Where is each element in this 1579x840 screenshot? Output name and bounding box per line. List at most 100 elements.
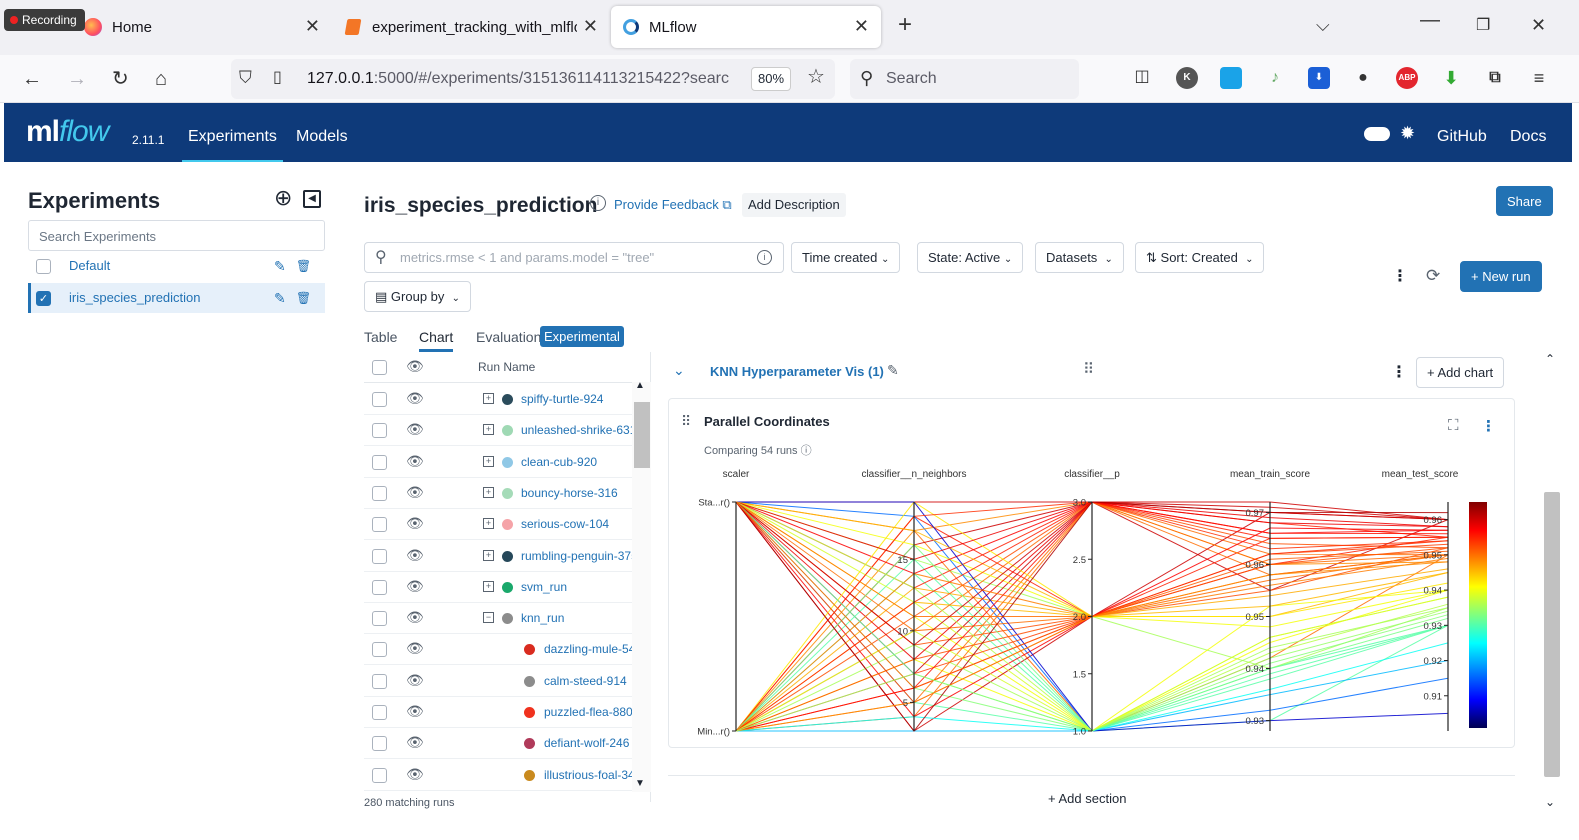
- run-name-link[interactable]: clean-cub-920: [521, 455, 632, 469]
- run-filter-input[interactable]: ⚲ metrics.rmse < 1 and params.model = "t…: [364, 242, 784, 273]
- scroll-up-icon[interactable]: ⌃: [1545, 352, 1555, 366]
- run-name-link[interactable]: calm-steed-914: [544, 674, 632, 688]
- experiment-item-iris[interactable]: ✓ iris_species_prediction ✎ 🗑: [28, 283, 325, 313]
- visibility-eye-icon[interactable]: 👁: [406, 390, 424, 407]
- run-checkbox[interactable]: [372, 454, 387, 470]
- expand-icon[interactable]: +: [483, 393, 494, 404]
- github-link[interactable]: GitHub: [1437, 128, 1487, 146]
- visibility-eye-icon[interactable]: 👁: [406, 547, 424, 564]
- browser-search-box[interactable]: ⚲ Search: [850, 59, 1079, 99]
- run-checkbox[interactable]: [372, 517, 387, 533]
- run-checkbox[interactable]: [372, 611, 387, 627]
- delete-trash-icon[interactable]: 🗑: [296, 251, 311, 281]
- run-name-link[interactable]: spiffy-turtle-924: [521, 392, 632, 406]
- run-row[interactable]: 👁 + spiffy-turtle-924: [364, 384, 632, 415]
- run-row[interactable]: 👁 + clean-cub-920: [364, 447, 632, 478]
- scroll-up-icon[interactable]: ▲: [635, 380, 645, 391]
- collapse-sidebar-icon[interactable]: ◀: [303, 190, 321, 208]
- run-row[interactable]: 👁 + svm_run: [364, 572, 632, 603]
- tab-list-chevron-icon[interactable]: ⌵: [1316, 15, 1330, 35]
- edit-section-pencil-icon[interactable]: ✎: [887, 362, 899, 379]
- docs-link[interactable]: Docs: [1510, 128, 1546, 146]
- more-vertical-icon[interactable]: ⋮: [1392, 266, 1408, 286]
- datasets-dropdown[interactable]: Datasets ⌄: [1035, 242, 1124, 273]
- visibility-all-icon[interactable]: 👁: [406, 358, 424, 375]
- run-color-dot[interactable]: [524, 738, 535, 750]
- nav-experiments[interactable]: Experiments: [182, 128, 283, 164]
- run-checkbox[interactable]: [372, 736, 387, 752]
- run-row[interactable]: 👁 defiant-wolf-246: [364, 728, 632, 760]
- run-name-link[interactable]: bouncy-horse-316: [521, 486, 632, 500]
- run-row[interactable]: 👁 calm-steed-914: [364, 666, 632, 697]
- minimize-icon[interactable]: —: [1420, 10, 1440, 30]
- visibility-eye-icon[interactable]: 👁: [406, 766, 424, 783]
- section-menu-icon[interactable]: ⋮: [1391, 362, 1407, 382]
- close-tab-icon[interactable]: ✕: [854, 16, 869, 37]
- extensions-icon[interactable]: ⧉: [1484, 67, 1506, 89]
- share-button[interactable]: Share: [1496, 186, 1553, 216]
- delete-trash-icon[interactable]: 🗑: [296, 283, 311, 313]
- tab-chart[interactable]: Chart: [419, 329, 454, 352]
- music-extension-icon[interactable]: ♪: [1264, 67, 1286, 89]
- visibility-eye-icon[interactable]: 👁: [406, 484, 424, 501]
- run-checkbox[interactable]: [372, 767, 387, 783]
- experiment-item-default[interactable]: Default ✎ 🗑: [28, 251, 325, 281]
- run-color-dot[interactable]: [502, 519, 513, 531]
- home-icon[interactable]: ⌂: [155, 69, 167, 89]
- run-color-dot[interactable]: [524, 707, 535, 718]
- run-name-link[interactable]: unleashed-shrike-631: [521, 423, 632, 437]
- run-row[interactable]: 👁 illustrious-foal-34: [364, 760, 632, 791]
- add-description-button[interactable]: Add Description: [742, 193, 846, 217]
- run-list-scrollbar[interactable]: ▲ ▼: [632, 380, 651, 792]
- section-title[interactable]: KNN Hyperparameter Vis (1): [710, 364, 884, 379]
- translate-extension-icon[interactable]: [1220, 67, 1242, 89]
- expand-icon[interactable]: +: [483, 580, 494, 592]
- visibility-eye-icon[interactable]: 👁: [406, 703, 424, 720]
- collapse-icon[interactable]: −: [483, 612, 494, 624]
- edit-pencil-icon[interactable]: ✎: [274, 283, 286, 313]
- run-name-link[interactable]: rumbling-penguin-375: [521, 549, 632, 563]
- run-color-dot[interactable]: [502, 550, 513, 562]
- tab-mlflow[interactable]: MLflow ✕: [611, 6, 881, 48]
- restore-icon[interactable]: ❐: [1476, 16, 1490, 36]
- run-name-link[interactable]: dazzling-mule-54: [544, 642, 632, 656]
- visibility-eye-icon[interactable]: 👁: [406, 609, 424, 626]
- back-arrow-icon[interactable]: ←: [22, 69, 42, 89]
- scroll-thumb[interactable]: [1544, 492, 1560, 777]
- run-name-link[interactable]: knn_run: [521, 611, 632, 625]
- zoom-level[interactable]: 80%: [751, 67, 792, 91]
- expand-icon[interactable]: +: [483, 486, 494, 498]
- visibility-eye-icon[interactable]: 👁: [406, 453, 424, 470]
- window-close-icon[interactable]: ✕: [1531, 15, 1546, 35]
- tab-notebook[interactable]: experiment_tracking_with_mlflo ✕: [334, 6, 610, 48]
- run-name-link[interactable]: defiant-wolf-246: [544, 736, 632, 750]
- run-color-dot[interactable]: [524, 769, 535, 781]
- scroll-down-icon[interactable]: ⌄: [1545, 795, 1555, 809]
- dark-mode-toggle[interactable]: [1364, 127, 1390, 141]
- visibility-eye-icon[interactable]: 👁: [406, 734, 424, 751]
- section-collapse-chevron-icon[interactable]: ⌄: [673, 362, 685, 379]
- run-name-link[interactable]: puzzled-flea-880: [544, 705, 632, 719]
- reload-icon[interactable]: ↻: [112, 69, 129, 89]
- experiment-checkbox[interactable]: [36, 259, 51, 275]
- url-bar[interactable]: ⛉ ▯ 127.0.0.1:5000/#/experiments/3151361…: [231, 59, 835, 99]
- new-tab-icon[interactable]: +: [898, 13, 912, 37]
- bookmark-star-icon[interactable]: ☆: [807, 67, 825, 87]
- globe-extension-icon[interactable]: ●: [1352, 67, 1374, 89]
- run-color-dot[interactable]: [502, 487, 513, 499]
- visibility-eye-icon[interactable]: 👁: [406, 515, 424, 532]
- experiment-name[interactable]: Default: [69, 258, 110, 273]
- expand-icon[interactable]: +: [483, 455, 494, 467]
- shield-icon[interactable]: ⛉: [239, 68, 252, 88]
- provide-feedback-link[interactable]: Provide Feedback ⧉: [614, 197, 732, 213]
- adblock-icon[interactable]: ABP: [1396, 67, 1418, 89]
- expand-icon[interactable]: +: [483, 549, 494, 561]
- run-row[interactable]: 👁 puzzled-flea-880: [364, 697, 632, 728]
- visibility-eye-icon[interactable]: 👁: [406, 421, 424, 438]
- run-row[interactable]: 👁 − knn_run: [364, 603, 632, 635]
- run-checkbox[interactable]: [372, 485, 387, 501]
- run-checkbox[interactable]: [372, 392, 387, 407]
- run-row[interactable]: 👁 + serious-cow-104: [364, 509, 632, 541]
- forward-arrow-icon[interactable]: →: [67, 69, 87, 89]
- scroll-thumb[interactable]: [634, 402, 650, 468]
